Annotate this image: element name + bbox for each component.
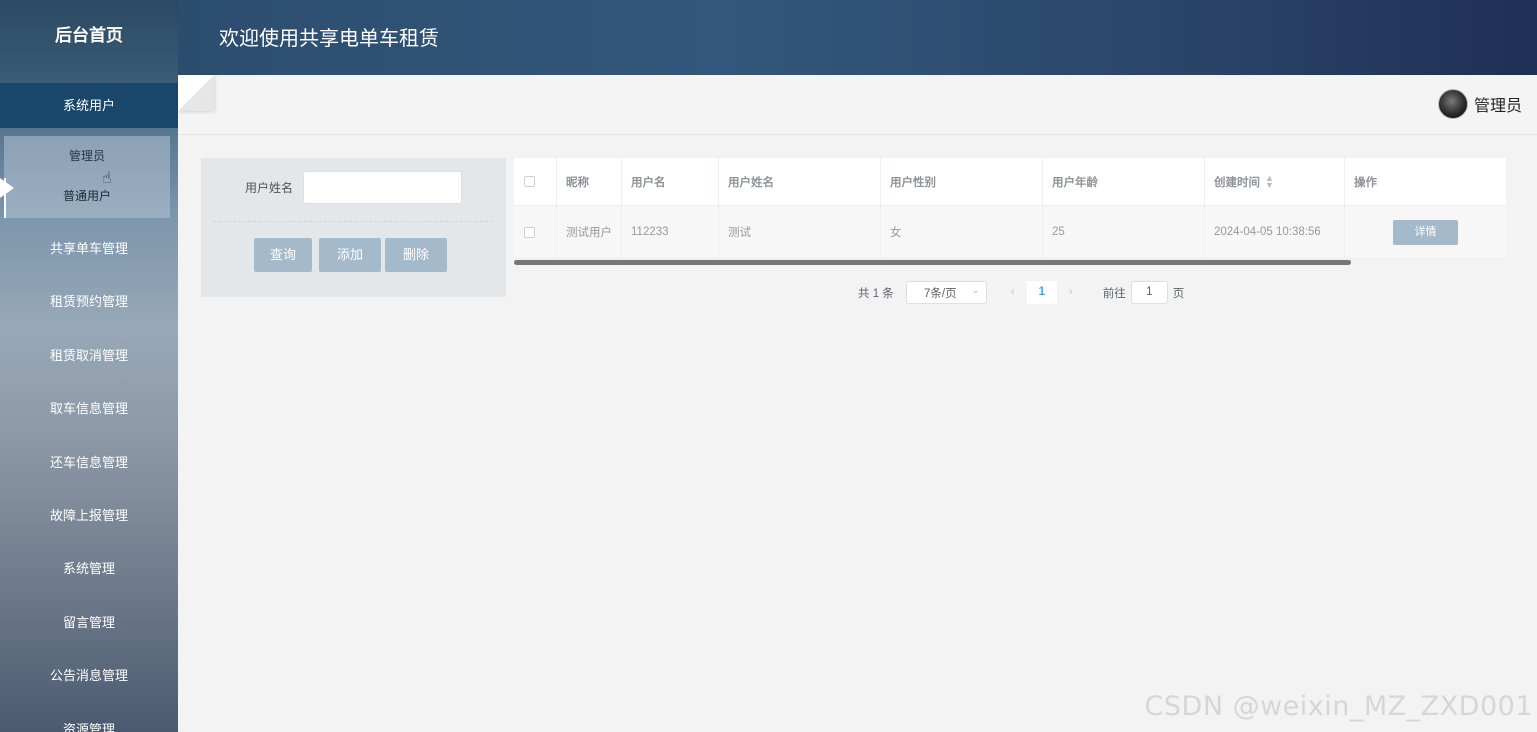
sidebar-item-notice-management[interactable]: 公告消息管理 [0,649,178,702]
goto-suffix: 页 [1172,287,1185,300]
table-header-row: 昵称 用户名 用户姓名 用户性别 用户年龄 创建时间 ▲ ▼ 操作 [514,158,1506,206]
sidebar-item-fault-management[interactable]: 故障上报管理 [0,489,178,542]
active-indicator-arrow-icon [0,178,14,198]
collapse-toggle-icon[interactable] [178,75,214,111]
delete-button[interactable]: 删除 [385,238,447,272]
col-username: 用户名 [622,158,719,205]
cell-gender: 女 [881,206,1043,258]
cell-age: 25 [1043,206,1205,258]
pagination: 共 1 条 7条/页 ⌄ ‹ 1 › 前往 1 页 [858,281,1184,304]
horizontal-scrollbar[interactable] [514,260,1351,265]
user-menu[interactable]: 管理员 [1437,89,1522,119]
sidebar-item-return-management[interactable]: 还车信息管理 [0,436,178,489]
cell-action: 详情 [1345,206,1506,258]
goto-prefix: 前往 [1102,287,1126,300]
col-name: 用户姓名 [719,158,881,205]
page-size-select[interactable]: 7条/页 ⌄ [905,281,987,304]
row-checkbox[interactable] [524,226,535,238]
cell-nickname: 测试用户 [557,206,622,258]
col-action: 操作 [1354,176,1377,189]
prev-page-button[interactable]: ‹ [998,281,1027,304]
col-gender: 用户性别 [881,158,1043,205]
header: 欢迎使用共享电单车租赁 [178,0,1537,75]
table-row: 测试用户 112233 测试 女 25 2024-04-05 10:38:56 … [514,206,1506,259]
sidebar-item-normal-user[interactable]: 普通用户 [4,176,170,216]
sidebar: 后台首页 系统用户 管理员 普通用户 ☝ 共享单车管理 租赁预约管理 租赁取消管… [0,0,178,732]
select-all-cell [514,158,557,205]
sidebar-item-reservation-management[interactable]: 租赁预约管理 [0,275,178,328]
page-title: 欢迎使用共享电单车租赁 [219,28,439,50]
sidebar-group-system-users[interactable]: 系统用户 [0,83,178,128]
hand-cursor-icon: ☝ [102,170,112,187]
avatar[interactable] [1437,89,1468,119]
detail-button[interactable]: 详情 [1393,219,1458,245]
cell-username: 112233 [622,206,719,258]
sidebar-item-pickup-management[interactable]: 取车信息管理 [0,382,178,435]
watermark: CSDN @weixin_MZ_ZXD001 [1144,691,1533,722]
sidebar-item-system-management[interactable]: 系统管理 [0,542,178,595]
next-page-button[interactable]: › [1056,281,1085,304]
pagination-total: 共 1 条 [858,287,894,300]
row-select-cell [514,206,557,258]
query-button[interactable]: 查询 [254,238,312,272]
user-name[interactable]: 管理员 [1474,92,1522,116]
top-bar: 管理员 [178,75,1537,135]
page-size-value: 7条/页 [924,287,957,300]
sort-icon[interactable]: ▲ ▼ [1265,173,1274,189]
col-age: 用户年龄 [1043,158,1205,205]
sidebar-item-resource-management[interactable]: 资源管理 [0,703,178,732]
sidebar-item-message-management[interactable]: 留言管理 [0,596,178,649]
page-number-current[interactable]: 1 [1026,281,1057,304]
goto-page-input[interactable]: 1 [1130,281,1168,304]
col-created[interactable]: 创建时间 ▲ ▼ [1205,158,1345,205]
cell-name: 测试 [719,206,881,258]
chevron-down-icon: ⌄ [971,285,980,296]
col-created-label: 创建时间 [1214,176,1260,189]
sidebar-menu: 共享单车管理 租赁预约管理 租赁取消管理 取车信息管理 还车信息管理 故障上报管… [0,222,178,732]
col-nickname: 昵称 [557,158,622,205]
search-panel: 用户姓名 查询 添加 删除 [201,158,506,297]
user-table: 昵称 用户名 用户姓名 用户性别 用户年龄 创建时间 ▲ ▼ 操作 测试用户 112… [514,158,1506,259]
sidebar-brand-home[interactable]: 后台首页 [0,0,178,83]
sidebar-item-admin[interactable]: 管理员 [4,136,170,176]
sidebar-submenu: 管理员 普通用户 [4,136,170,218]
cell-created: 2024-04-05 10:38:56 [1205,206,1345,258]
search-label: 用户姓名 [245,181,294,195]
sidebar-item-cancel-management[interactable]: 租赁取消管理 [0,329,178,382]
add-button[interactable]: 添加 [319,238,381,272]
search-input[interactable] [303,171,462,204]
select-all-checkbox[interactable] [524,176,535,187]
divider [213,221,493,222]
sidebar-item-bike-management[interactable]: 共享单车管理 [0,222,178,275]
